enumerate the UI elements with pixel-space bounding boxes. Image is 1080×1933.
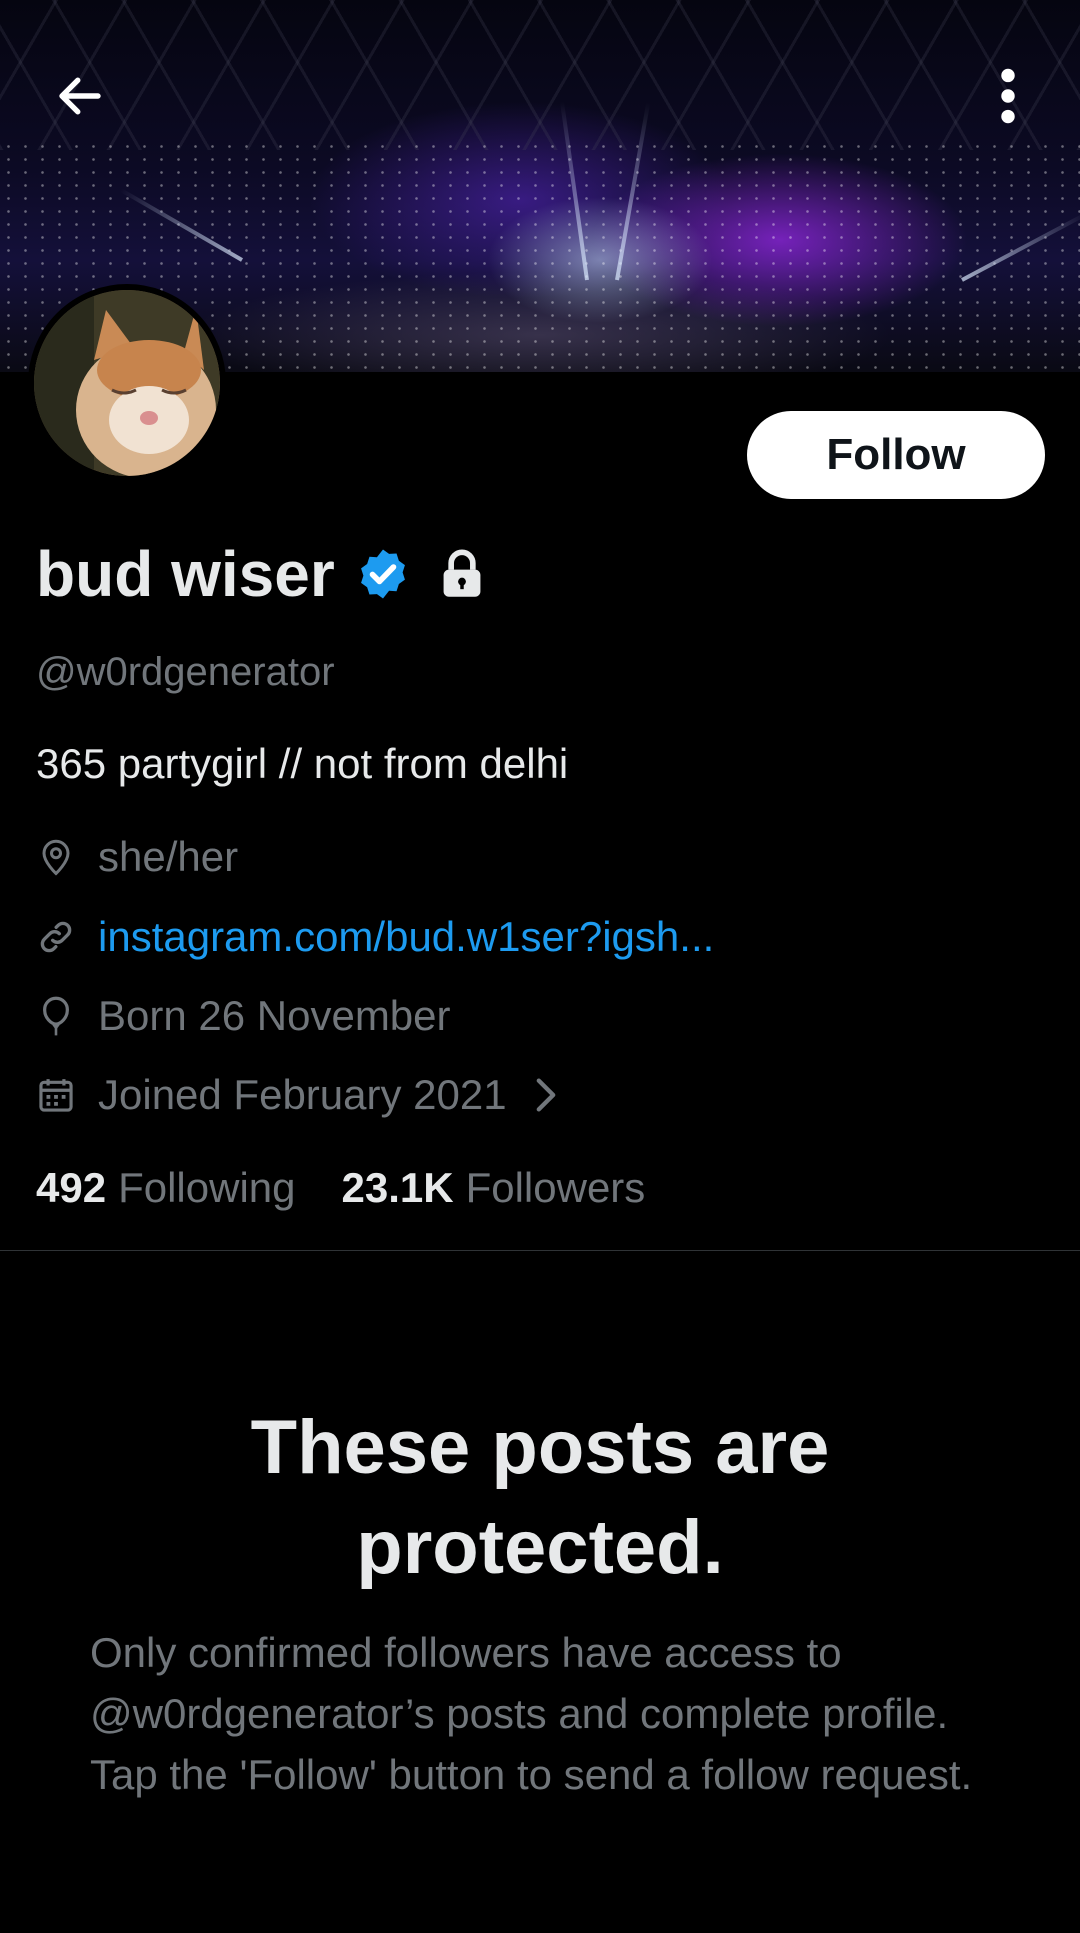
verified-badge-icon[interactable]	[355, 546, 411, 602]
profile-handle: @w0rdgenerator	[36, 650, 335, 694]
more-options-button[interactable]	[972, 60, 1044, 132]
display-name: bud wiser	[36, 538, 335, 610]
avatar[interactable]	[28, 284, 226, 482]
followers-count: 23.1K	[341, 1164, 454, 1211]
website-row[interactable]: instagram.com/bud.w1ser?igsh...	[36, 909, 714, 965]
birthday-text: Born 26 November	[98, 992, 451, 1039]
followers-stat[interactable]: 23.1K Followers	[342, 1164, 646, 1212]
birthday-row: Born 26 November	[36, 988, 451, 1044]
arrow-left-icon	[59, 77, 101, 115]
location-pin-icon	[36, 837, 76, 877]
status-bar	[0, 0, 1080, 14]
followers-label: Followers	[465, 1164, 646, 1211]
protected-posts-message: Only confirmed followers have access to …	[90, 1629, 973, 1798]
balloon-icon	[36, 996, 76, 1036]
following-stat[interactable]: 492 Following	[36, 1164, 296, 1212]
profile-bio: 365 partygirl // not from delhi	[36, 740, 569, 787]
back-button[interactable]	[44, 60, 116, 132]
following-label: Following	[118, 1164, 296, 1211]
following-count: 492	[36, 1164, 107, 1211]
website-link[interactable]: instagram.com/bud.w1ser?igsh...	[98, 913, 714, 961]
location-text: she/her	[98, 833, 239, 880]
name-row: bud wiser	[36, 536, 485, 612]
more-vertical-icon	[1001, 68, 1015, 124]
chevron-right-icon	[536, 1078, 555, 1112]
follow-button[interactable]: Follow	[747, 411, 1045, 499]
joined-text: Joined February 2021	[98, 1071, 507, 1118]
link-icon	[36, 917, 76, 957]
section-divider	[0, 1250, 1080, 1251]
banner-roof-structure	[0, 0, 1080, 150]
protected-posts-title: These posts are protected.	[250, 1405, 830, 1590]
calendar-icon	[36, 1075, 76, 1115]
joined-row[interactable]: Joined February 2021	[36, 1067, 561, 1123]
location-row: she/her	[36, 829, 238, 885]
follow-stats: 492 Following 23.1K Followers	[36, 1158, 645, 1218]
cat-avatar-image	[34, 290, 220, 476]
lock-icon	[443, 549, 481, 597]
